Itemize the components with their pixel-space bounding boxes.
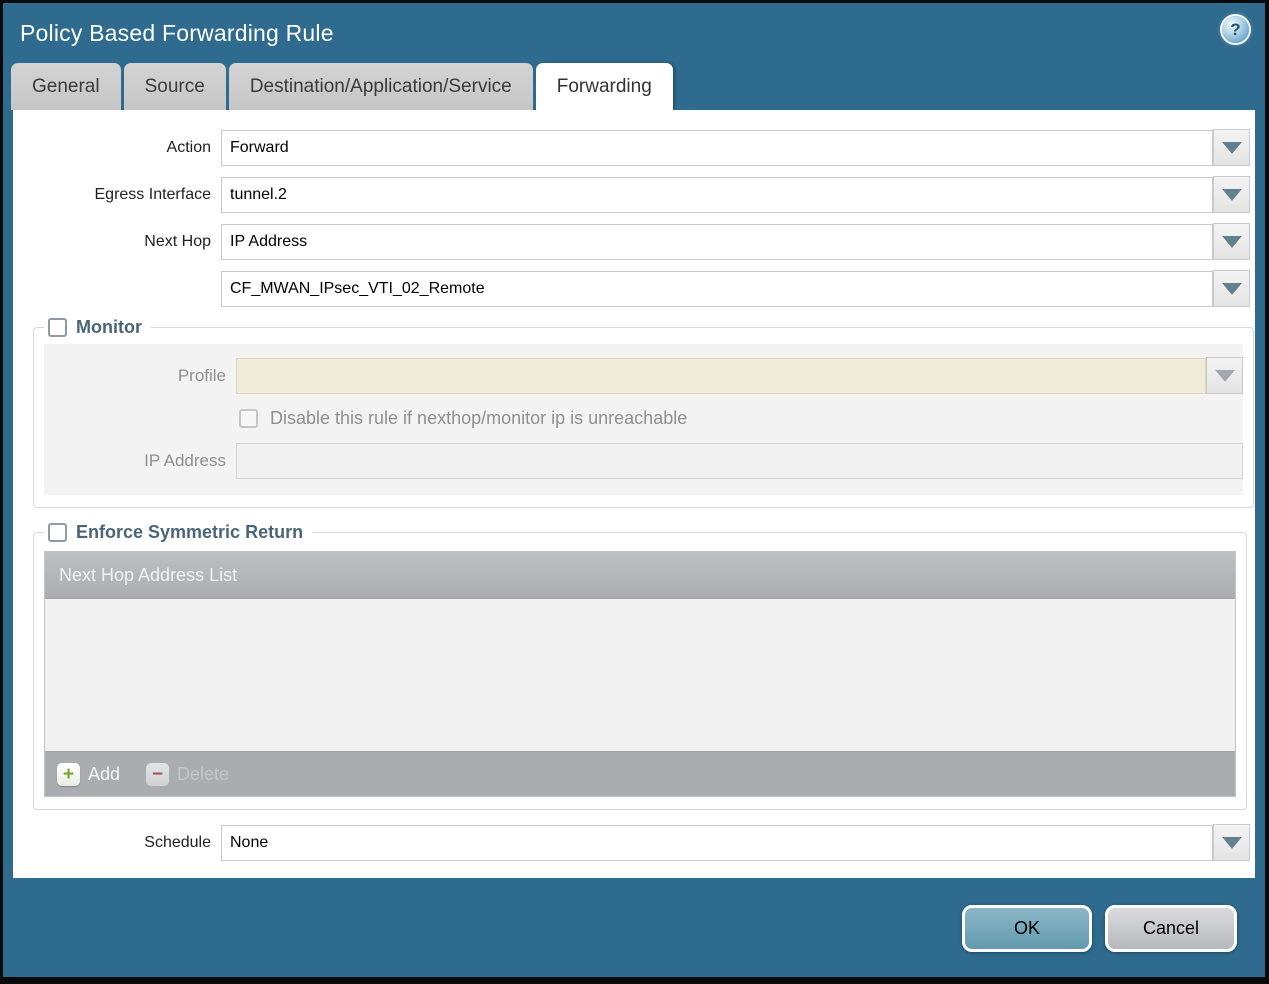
monitor-disable-rule-row: Disable this rule if nexthop/monitor ip … xyxy=(239,408,1243,429)
enforce-symmetric-return-legend: Enforce Symmetric Return xyxy=(44,522,312,543)
monitor-profile-label: Profile xyxy=(177,365,226,385)
next-hop-address-list-footer: + Add − Delete xyxy=(45,751,1235,796)
enforce-symmetric-return-checkbox[interactable] xyxy=(48,523,67,542)
schedule-row: Schedule xyxy=(13,824,1255,861)
next-hop-type-input[interactable] xyxy=(221,223,1213,260)
tab-content: Action Egress Interface Next Hop Monitor xyxy=(13,110,1255,878)
next-hop-address-list-header: Next Hop Address List xyxy=(45,552,1235,599)
monitor-ip-address-input xyxy=(236,443,1243,479)
monitor-panel: Profile Disable this rule if nexthop/mon… xyxy=(44,344,1243,495)
schedule-label: Schedule xyxy=(144,833,211,851)
next-hop-label: Next Hop xyxy=(144,232,211,250)
delete-button: − Delete xyxy=(146,762,230,786)
monitor-ip-address-label: IP Address xyxy=(144,451,226,470)
help-icon[interactable]: ? xyxy=(1222,16,1249,43)
egress-interface-label: Egress Interface xyxy=(94,185,212,203)
action-label: Action xyxy=(166,138,211,156)
monitor-profile-input xyxy=(236,357,1206,394)
next-hop-address-list-body[interactable] xyxy=(45,599,1235,751)
chevron-down-icon xyxy=(1214,369,1235,382)
next-hop-row: Next Hop xyxy=(13,223,1255,260)
tab-source[interactable]: Source xyxy=(123,63,226,110)
monitor-checkbox[interactable] xyxy=(48,318,67,337)
monitor-legend-label: Monitor xyxy=(76,317,142,337)
chevron-down-icon xyxy=(1221,141,1242,154)
enforce-symmetric-return-legend-label: Enforce Symmetric Return xyxy=(76,522,304,542)
policy-based-forwarding-dialog: Policy Based Forwarding Rule ? General S… xyxy=(0,0,1269,984)
cancel-button[interactable]: Cancel xyxy=(1105,905,1237,952)
dialog-titlebar: Policy Based Forwarding Rule ? xyxy=(3,3,1265,63)
plus-icon: + xyxy=(57,762,80,786)
next-hop-address-input[interactable] xyxy=(221,270,1213,307)
add-button[interactable]: + Add xyxy=(57,762,121,786)
tab-general[interactable]: General xyxy=(11,63,121,110)
action-row: Action xyxy=(13,129,1255,166)
chevron-down-icon xyxy=(1221,836,1242,849)
schedule-dropdown-button[interactable] xyxy=(1213,824,1250,861)
monitor-legend: Monitor xyxy=(44,317,151,338)
tab-forwarding[interactable]: Forwarding xyxy=(535,63,673,110)
monitor-ip-address-row: IP Address xyxy=(44,443,1243,479)
egress-interface-input[interactable] xyxy=(221,176,1213,213)
egress-interface-row: Egress Interface xyxy=(13,176,1255,213)
add-button-label: Add xyxy=(88,763,121,784)
next-hop-dropdown-button[interactable] xyxy=(1213,223,1250,260)
monitor-profile-row: Profile xyxy=(44,357,1243,394)
chevron-down-icon xyxy=(1221,188,1242,201)
action-dropdown-button[interactable] xyxy=(1213,129,1250,166)
egress-interface-dropdown-button[interactable] xyxy=(1213,176,1250,213)
enforce-symmetric-return-section: Enforce Symmetric Return Next Hop Addres… xyxy=(33,522,1247,810)
delete-button-label: Delete xyxy=(177,763,230,784)
monitor-section: Monitor Profile Disable this rule if nex… xyxy=(33,317,1254,508)
minus-icon: − xyxy=(146,762,170,786)
action-input[interactable] xyxy=(221,129,1213,166)
chevron-down-icon xyxy=(1221,282,1242,295)
next-hop-address-dropdown-button[interactable] xyxy=(1213,270,1250,307)
disable-rule-checkbox xyxy=(239,409,258,428)
tab-bar: General Source Destination/Application/S… xyxy=(3,63,1265,110)
ok-button[interactable]: OK xyxy=(962,905,1092,952)
chevron-down-icon xyxy=(1221,235,1242,248)
dialog-footer: OK Cancel xyxy=(3,878,1265,977)
monitor-profile-dropdown-button xyxy=(1206,357,1243,394)
dialog-title: Policy Based Forwarding Rule xyxy=(20,19,334,46)
schedule-input[interactable] xyxy=(221,824,1213,861)
next-hop-address-list-table: Next Hop Address List + Add − Delete xyxy=(44,551,1236,797)
next-hop-address-row xyxy=(13,270,1255,307)
disable-rule-label: Disable this rule if nexthop/monitor ip … xyxy=(270,408,688,428)
tab-destination-application-service[interactable]: Destination/Application/Service xyxy=(228,63,533,110)
